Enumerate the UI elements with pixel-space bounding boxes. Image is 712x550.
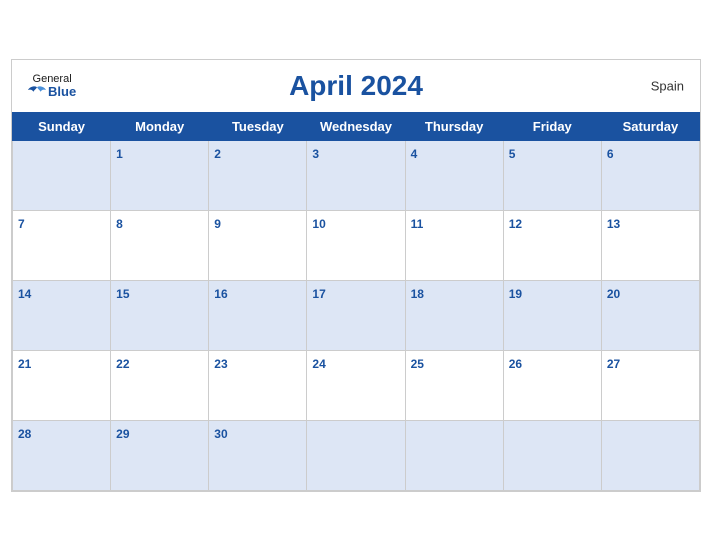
header-tuesday: Tuesday — [209, 112, 307, 140]
day-number: 30 — [214, 427, 227, 441]
day-number: 16 — [214, 287, 227, 301]
calendar-cell: 7 — [13, 210, 111, 280]
day-number: 10 — [312, 217, 325, 231]
calendar-cell: 4 — [405, 140, 503, 210]
day-number: 3 — [312, 147, 319, 161]
calendar-cell: 6 — [601, 140, 699, 210]
header-thursday: Thursday — [405, 112, 503, 140]
calendar-cell: 15 — [111, 280, 209, 350]
day-number: 25 — [411, 357, 424, 371]
calendar-cell: 8 — [111, 210, 209, 280]
calendar-header: General Blue April 2024 Spain — [12, 60, 700, 112]
logo-blue-text: Blue — [28, 84, 76, 98]
day-number: 29 — [116, 427, 129, 441]
day-number: 17 — [312, 287, 325, 301]
header-monday: Monday — [111, 112, 209, 140]
calendar-cell: 3 — [307, 140, 405, 210]
calendar-cell: 16 — [209, 280, 307, 350]
calendar-week-row-1: 1 2 3 4 5 6 — [13, 140, 700, 210]
header-saturday: Saturday — [601, 112, 699, 140]
day-number: 26 — [509, 357, 522, 371]
header-sunday: Sunday — [13, 112, 111, 140]
calendar-week-row-3: 14 15 16 17 18 19 20 — [13, 280, 700, 350]
calendar-cell: 27 — [601, 350, 699, 420]
day-number: 23 — [214, 357, 227, 371]
calendar-cell: 26 — [503, 350, 601, 420]
calendar-cell: 9 — [209, 210, 307, 280]
header-wednesday: Wednesday — [307, 112, 405, 140]
day-number: 18 — [411, 287, 424, 301]
calendar-cell: 1 — [111, 140, 209, 210]
calendar-week-row-2: 7 8 9 10 11 12 13 — [13, 210, 700, 280]
calendar-cell: 17 — [307, 280, 405, 350]
calendar-cell — [601, 420, 699, 490]
day-number: 19 — [509, 287, 522, 301]
calendar-cell: 11 — [405, 210, 503, 280]
calendar-cell: 2 — [209, 140, 307, 210]
calendar-cell: 14 — [13, 280, 111, 350]
calendar-cell: 20 — [601, 280, 699, 350]
day-number: 1 — [116, 147, 123, 161]
day-number: 13 — [607, 217, 620, 231]
calendar-cell: 18 — [405, 280, 503, 350]
calendar-cell: 23 — [209, 350, 307, 420]
calendar-cell: 22 — [111, 350, 209, 420]
calendar-table: Sunday Monday Tuesday Wednesday Thursday… — [12, 112, 700, 491]
calendar-cell: 29 — [111, 420, 209, 490]
calendar-cell: 30 — [209, 420, 307, 490]
calendar-cell — [503, 420, 601, 490]
day-number: 7 — [18, 217, 25, 231]
day-number: 4 — [411, 147, 418, 161]
logo-area: General Blue — [28, 72, 76, 98]
day-number: 11 — [411, 217, 424, 231]
logo-bird-icon — [28, 85, 46, 99]
calendar-body: 1234567891011121314151617181920212223242… — [13, 140, 700, 490]
calendar-cell: 10 — [307, 210, 405, 280]
day-number: 8 — [116, 217, 123, 231]
calendar-week-row-4: 21 22 23 24 25 26 27 — [13, 350, 700, 420]
day-number: 12 — [509, 217, 522, 231]
calendar-cell: 25 — [405, 350, 503, 420]
calendar-wrapper: General Blue April 2024 Spain Sunday Mon… — [11, 59, 701, 492]
calendar-cell — [405, 420, 503, 490]
calendar-cell: 21 — [13, 350, 111, 420]
country-label: Spain — [651, 78, 684, 93]
day-number: 15 — [116, 287, 129, 301]
calendar-cell: 19 — [503, 280, 601, 350]
day-number: 6 — [607, 147, 614, 161]
day-number: 9 — [214, 217, 221, 231]
day-number: 22 — [116, 357, 129, 371]
days-header-row: Sunday Monday Tuesday Wednesday Thursday… — [13, 112, 700, 140]
calendar-cell — [13, 140, 111, 210]
day-number: 28 — [18, 427, 31, 441]
calendar-cell: 24 — [307, 350, 405, 420]
calendar-title: April 2024 — [289, 70, 423, 102]
day-number: 27 — [607, 357, 620, 371]
calendar-cell: 28 — [13, 420, 111, 490]
header-friday: Friday — [503, 112, 601, 140]
day-number: 14 — [18, 287, 31, 301]
day-number: 20 — [607, 287, 620, 301]
day-number: 5 — [509, 147, 516, 161]
calendar-week-row-5: 28 29 30 — [13, 420, 700, 490]
day-number: 2 — [214, 147, 221, 161]
calendar-cell: 5 — [503, 140, 601, 210]
day-number: 21 — [18, 357, 31, 371]
calendar-cell: 13 — [601, 210, 699, 280]
calendar-cell: 12 — [503, 210, 601, 280]
calendar-cell — [307, 420, 405, 490]
day-number: 24 — [312, 357, 325, 371]
